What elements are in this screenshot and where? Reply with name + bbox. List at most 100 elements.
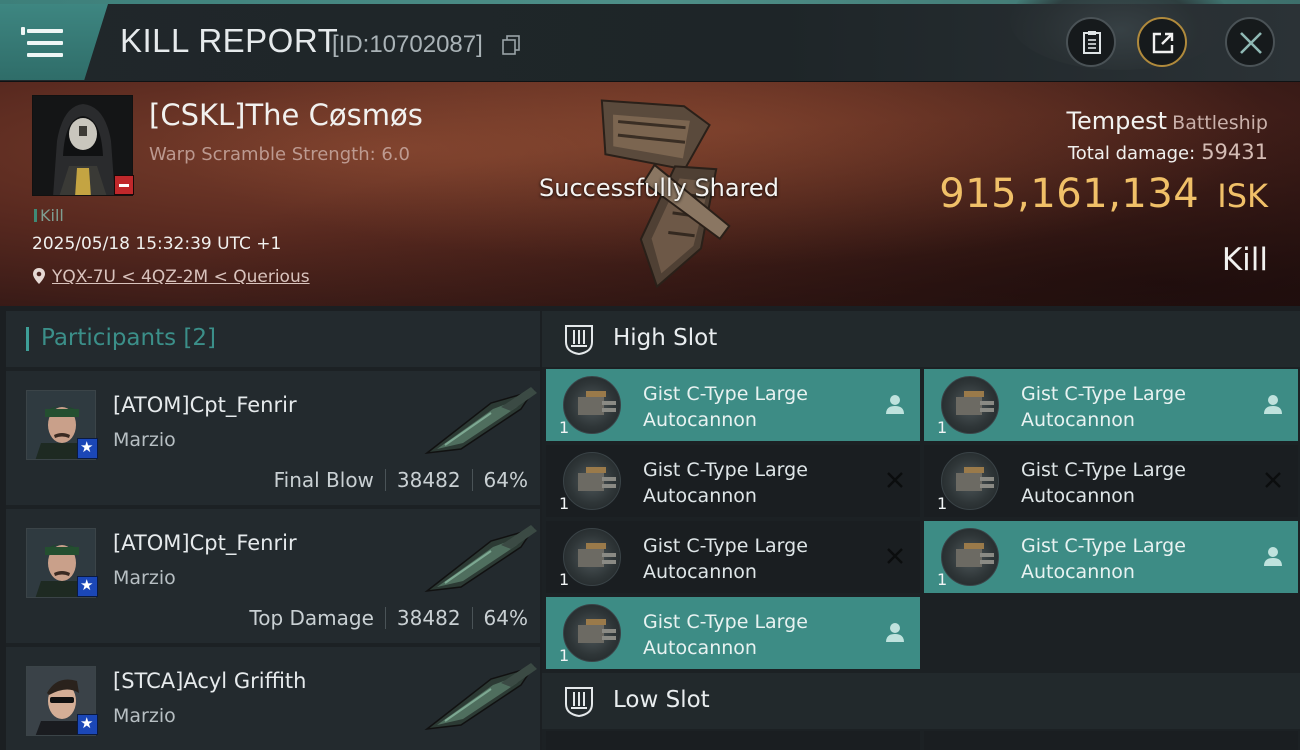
- location-pin-icon: [33, 268, 45, 284]
- module-tile[interactable]: [546, 731, 920, 750]
- ship-class: Battleship: [1172, 112, 1268, 134]
- low-slot-header: Low Slot: [542, 673, 1300, 729]
- pilot-icon: [1264, 547, 1282, 566]
- share-icon: [1152, 32, 1174, 54]
- close-icon: [1240, 32, 1262, 54]
- module-name: Gist C-Type Large Autocannon: [1021, 383, 1186, 431]
- header-accent: [26, 327, 29, 351]
- clipboard-icon: [1083, 31, 1101, 54]
- participant-ship-icon[interactable]: [421, 521, 539, 597]
- module-tile[interactable]: 1 Gist C-Type Large Autocannon: [546, 597, 920, 669]
- corp-badge: [77, 576, 98, 597]
- module-name: Gist C-Type Large Autocannon: [643, 383, 808, 431]
- module-name: Gist C-Type Large Autocannon: [643, 459, 808, 507]
- high-slot-title: High Slot: [613, 325, 718, 351]
- divider: [471, 469, 473, 491]
- high-slot-icon: [565, 325, 593, 356]
- module-tile[interactable]: [924, 731, 1298, 750]
- destroyed-x-icon: [887, 548, 903, 564]
- close-button[interactable]: [1225, 17, 1275, 67]
- participant-ship-icon[interactable]: [421, 659, 539, 735]
- participant-row[interactable]: [ATOM]Cpt_Fenrir Marzio Final Blow 38482 6…: [6, 371, 540, 505]
- autocannon-icon: [941, 528, 999, 586]
- divider: [384, 607, 386, 629]
- participant-percent: 64%: [483, 468, 528, 492]
- autocannon-icon: [563, 452, 621, 510]
- participant-stats: Top Damage 38482 64%: [249, 606, 528, 630]
- module-name: Gist C-Type Large Autocannon: [643, 611, 808, 659]
- corp-badge: [77, 714, 98, 735]
- participant-corp: Marzio: [113, 567, 176, 589]
- participant-row[interactable]: [STCA]Acyl Griffith Marzio: [6, 647, 540, 750]
- header-bar: KILL REPORT [ID:10702087]: [0, 0, 1300, 82]
- participant-row[interactable]: [ATOM]Cpt_Fenrir Marzio Top Damage 38482 6…: [6, 509, 540, 643]
- module-quantity: 1: [937, 494, 948, 513]
- module-tile[interactable]: 1 Gist C-Type Large Autocannon: [924, 445, 1298, 517]
- destroyed-x-icon: [887, 472, 903, 488]
- participant-role: Top Damage: [249, 606, 374, 630]
- total-damage-value: 59431: [1201, 140, 1268, 164]
- pilot-icon: [886, 623, 904, 642]
- low-slot-title: Low Slot: [613, 687, 710, 713]
- participant-role: Final Blow: [273, 468, 374, 492]
- kill-datetime: 2025/05/18 15:32:39 UTC +1: [32, 234, 282, 254]
- clipboard-button[interactable]: [1066, 17, 1116, 67]
- module-tile[interactable]: 1 Gist C-Type Large Autocannon: [546, 369, 920, 441]
- isk-unit: ISK: [1217, 177, 1268, 215]
- participant-percent: 64%: [483, 606, 528, 630]
- destroyed-x-icon: [1265, 472, 1281, 488]
- menu-icon: [21, 27, 63, 57]
- module-quantity: 1: [559, 494, 570, 513]
- kill-location[interactable]: YQX-7U < 4QZ-2M < Querious: [32, 267, 310, 287]
- total-damage-label: Total damage:: [1067, 143, 1196, 164]
- module-quantity: 1: [937, 418, 948, 437]
- participant-corp: Marzio: [113, 429, 176, 451]
- participant-name[interactable]: [STCA]Acyl Griffith: [113, 669, 306, 693]
- module-tile[interactable]: 1 Gist C-Type Large Autocannon: [546, 445, 920, 517]
- autocannon-icon: [563, 604, 621, 662]
- participants-panel[interactable]: Participants [2] [ATOM]Cpt_Fenrir Marzio…: [6, 311, 540, 750]
- module-tile[interactable]: 1 Gist C-Type Large Autocannon: [546, 521, 920, 593]
- isk-value: 915,161,134 ISK: [939, 171, 1268, 217]
- autocannon-icon: [563, 376, 621, 434]
- module-quantity: 1: [559, 418, 570, 437]
- module-quantity: 1: [559, 570, 570, 589]
- autocannon-icon: [563, 528, 621, 586]
- module-tile[interactable]: 1 Gist C-Type Large Autocannon: [924, 369, 1298, 441]
- copy-icon[interactable]: [502, 35, 520, 55]
- low-slot-icon: [565, 687, 593, 718]
- participant-corp: Marzio: [113, 705, 176, 727]
- autocannon-icon: [941, 452, 999, 510]
- divider: [471, 607, 473, 629]
- module-name: Gist C-Type Large Autocannon: [1021, 535, 1186, 583]
- module-quantity: 1: [559, 646, 570, 665]
- participant-damage: 38482: [396, 468, 461, 492]
- module-name: Gist C-Type Large Autocannon: [1021, 459, 1186, 507]
- participant-name[interactable]: [ATOM]Cpt_Fenrir: [113, 531, 297, 555]
- share-button[interactable]: [1137, 17, 1187, 67]
- menu-button[interactable]: [0, 4, 108, 80]
- participants-count: [2]: [183, 325, 217, 351]
- victim-subtitle: Warp Scramble Strength: 6.0: [149, 144, 411, 165]
- kill-tag: Kill: [34, 206, 64, 225]
- report-id: [ID:10702087]: [332, 31, 483, 58]
- autocannon-icon: [941, 376, 999, 434]
- corp-badge: [77, 438, 98, 459]
- high-slot-header: High Slot: [542, 311, 1300, 367]
- kill-result: Kill: [1221, 242, 1268, 278]
- share-toast: Successfully Shared: [539, 174, 779, 202]
- module-name: Gist C-Type Large Autocannon: [643, 535, 808, 583]
- fitting-panel[interactable]: High Slot 1 Gist C-Type Large Autocannon …: [542, 311, 1300, 750]
- module-tile[interactable]: 1 Gist C-Type Large Autocannon: [924, 521, 1298, 593]
- participants-header: Participants [2]: [6, 311, 540, 367]
- status-badge: [114, 175, 134, 195]
- total-damage: Total damage: 59431: [1068, 140, 1268, 164]
- kill-banner: [CSKL]The Cøsmøs Warp Scramble Strength:…: [0, 82, 1300, 306]
- location-path[interactable]: YQX-7U < 4QZ-2M < Querious: [52, 267, 310, 287]
- victim-name[interactable]: [CSKL]The Cøsmøs: [149, 98, 423, 132]
- isk-amount: 915,161,134: [939, 171, 1200, 217]
- ship-type[interactable]: Tempest Battleship: [1066, 107, 1268, 135]
- participant-ship-icon[interactable]: [421, 383, 539, 459]
- participants-title: Participants [2]: [41, 325, 217, 351]
- participant-name[interactable]: [ATOM]Cpt_Fenrir: [113, 393, 297, 417]
